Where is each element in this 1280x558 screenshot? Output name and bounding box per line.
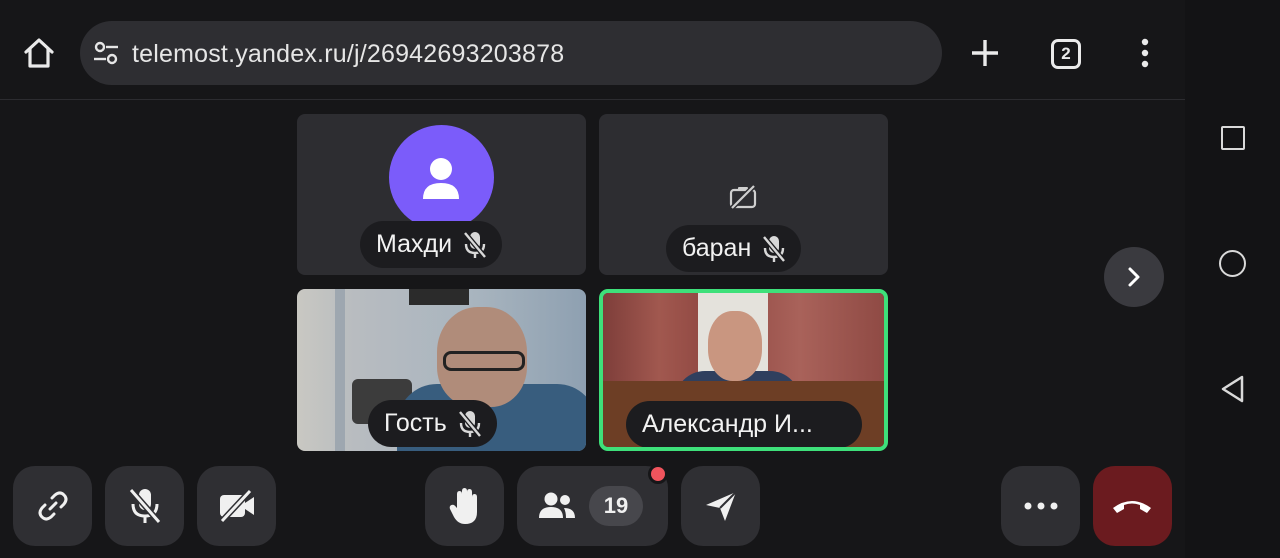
hang-up-icon: [1113, 501, 1151, 513]
screen: telemost.yandex.ru/j/26942693203878 2 Ма…: [0, 0, 1280, 558]
recent-apps-button[interactable]: [1221, 126, 1245, 150]
link-icon: [38, 491, 68, 521]
raise-hand-button[interactable]: [425, 466, 504, 546]
copy-link-button[interactable]: [13, 466, 92, 546]
more-horizontal-icon: [1024, 502, 1058, 510]
home-icon[interactable]: [20, 34, 58, 72]
back-nav-button[interactable]: [1219, 374, 1246, 404]
address-bar[interactable]: telemost.yandex.ru/j/26942693203878: [80, 21, 942, 85]
user-icon: [423, 158, 459, 199]
mic-off-icon: [762, 234, 787, 263]
browser-menu-icon[interactable]: [1130, 34, 1160, 72]
tab-switcher-button[interactable]: 2: [1051, 39, 1081, 69]
avatar: [389, 125, 494, 230]
participant-name-tag: Гость: [368, 400, 497, 447]
more-options-button[interactable]: [1001, 466, 1080, 546]
url-text[interactable]: telemost.yandex.ru/j/26942693203878: [132, 40, 564, 69]
people-icon: [539, 492, 575, 518]
share-button[interactable]: [681, 466, 760, 546]
participant-tile[interactable]: баран: [599, 114, 888, 275]
next-page-button[interactable]: [1104, 247, 1164, 307]
participant-name: Александр И...: [642, 410, 813, 438]
mic-off-icon: [457, 409, 482, 438]
camera-off-icon: [219, 488, 254, 524]
chevron-right-icon: [1128, 267, 1140, 287]
notification-dot: [648, 464, 668, 484]
participant-name-tag: Александр И...: [626, 401, 862, 447]
camera-toggle-button[interactable]: [197, 466, 276, 546]
hand-icon: [449, 488, 477, 524]
mic-off-icon: [463, 230, 487, 259]
participant-tile[interactable]: Махди: [297, 114, 586, 275]
site-settings-icon[interactable]: [92, 39, 120, 67]
new-tab-plus-icon[interactable]: [966, 34, 1004, 72]
participant-name: Махди: [376, 230, 453, 258]
participant-name: баран: [682, 234, 752, 262]
send-icon: [706, 491, 737, 521]
mic-off-icon: [128, 488, 162, 524]
browser-toolbar: telemost.yandex.ru/j/26942693203878 2: [0, 0, 1185, 100]
participant-name-tag: баран: [666, 225, 802, 272]
participant-tile[interactable]: Гость: [297, 289, 586, 451]
participant-name-tag: Махди: [360, 221, 503, 268]
microphone-toggle-button[interactable]: [105, 466, 184, 546]
participant-name: Гость: [384, 409, 447, 437]
android-navigation-bar: [1185, 0, 1280, 558]
camera-off-icon: [729, 184, 757, 210]
leave-call-button[interactable]: [1093, 466, 1172, 546]
participants-button[interactable]: 19: [517, 466, 668, 546]
participant-tile-speaking[interactable]: Александр И...: [599, 289, 888, 451]
home-nav-button[interactable]: [1219, 250, 1246, 277]
participants-count: 19: [589, 486, 643, 526]
